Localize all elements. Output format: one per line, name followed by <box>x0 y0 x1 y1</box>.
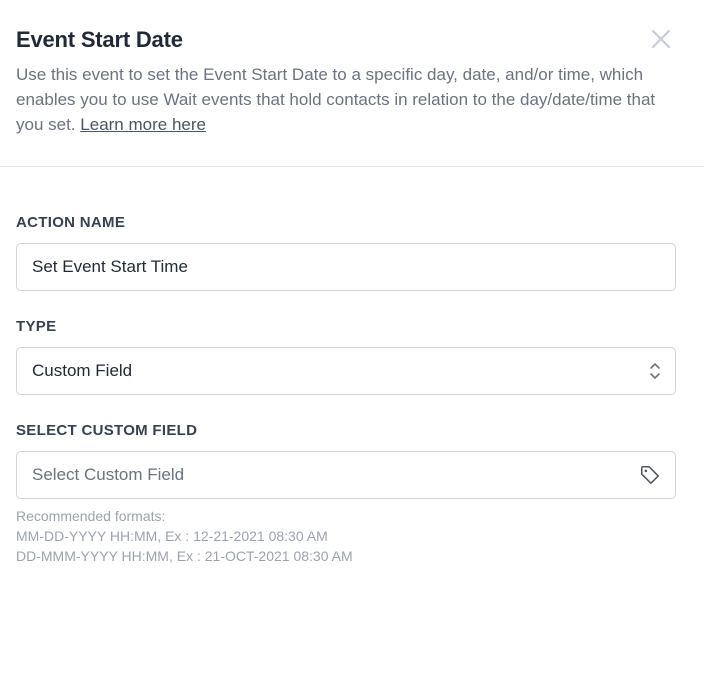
learn-more-link[interactable]: Learn more here <box>80 115 206 134</box>
type-select[interactable]: Custom Field <box>16 347 676 395</box>
action-form: ACTION NAME Set Event Start Time TYPE Cu… <box>0 214 704 566</box>
type-label: TYPE <box>16 318 57 335</box>
format-hint-line-1: MM-DD-YYYY HH:MM, Ex : 12-21-2021 08:30 … <box>16 528 328 544</box>
format-hint: Recommended formats: MM-DD-YYYY HH:MM, E… <box>16 506 688 566</box>
format-hint-line-2: DD-MMM-YYYY HH:MM, Ex : 21-OCT-2021 08:3… <box>16 548 353 564</box>
panel-header: Event Start Date Use this event to set t… <box>0 0 704 167</box>
custom-field-select[interactable]: Select Custom Field <box>16 451 676 499</box>
panel-description: Use this event to set the Event Start Da… <box>16 62 666 137</box>
event-start-date-panel: Event Start Date Use this event to set t… <box>0 0 704 678</box>
action-name-input[interactable]: Set Event Start Time <box>16 243 676 291</box>
action-name-label: ACTION NAME <box>16 214 126 231</box>
format-hint-title: Recommended formats: <box>16 508 166 524</box>
custom-field-label: SELECT CUSTOM FIELD <box>16 422 198 439</box>
custom-field-group: SELECT CUSTOM FIELD Select Custom Field … <box>16 422 688 566</box>
type-selected-value: Custom Field <box>32 361 133 380</box>
tag-icon[interactable] <box>639 464 661 486</box>
chevron-up-down-icon <box>649 361 661 381</box>
action-name-value: Set Event Start Time <box>32 257 188 276</box>
type-group: TYPE Custom Field <box>16 318 688 395</box>
custom-field-placeholder: Select Custom Field <box>32 465 185 484</box>
panel-title: Event Start Date <box>16 27 183 52</box>
close-icon[interactable] <box>648 26 674 52</box>
action-name-group: ACTION NAME Set Event Start Time <box>16 214 688 291</box>
